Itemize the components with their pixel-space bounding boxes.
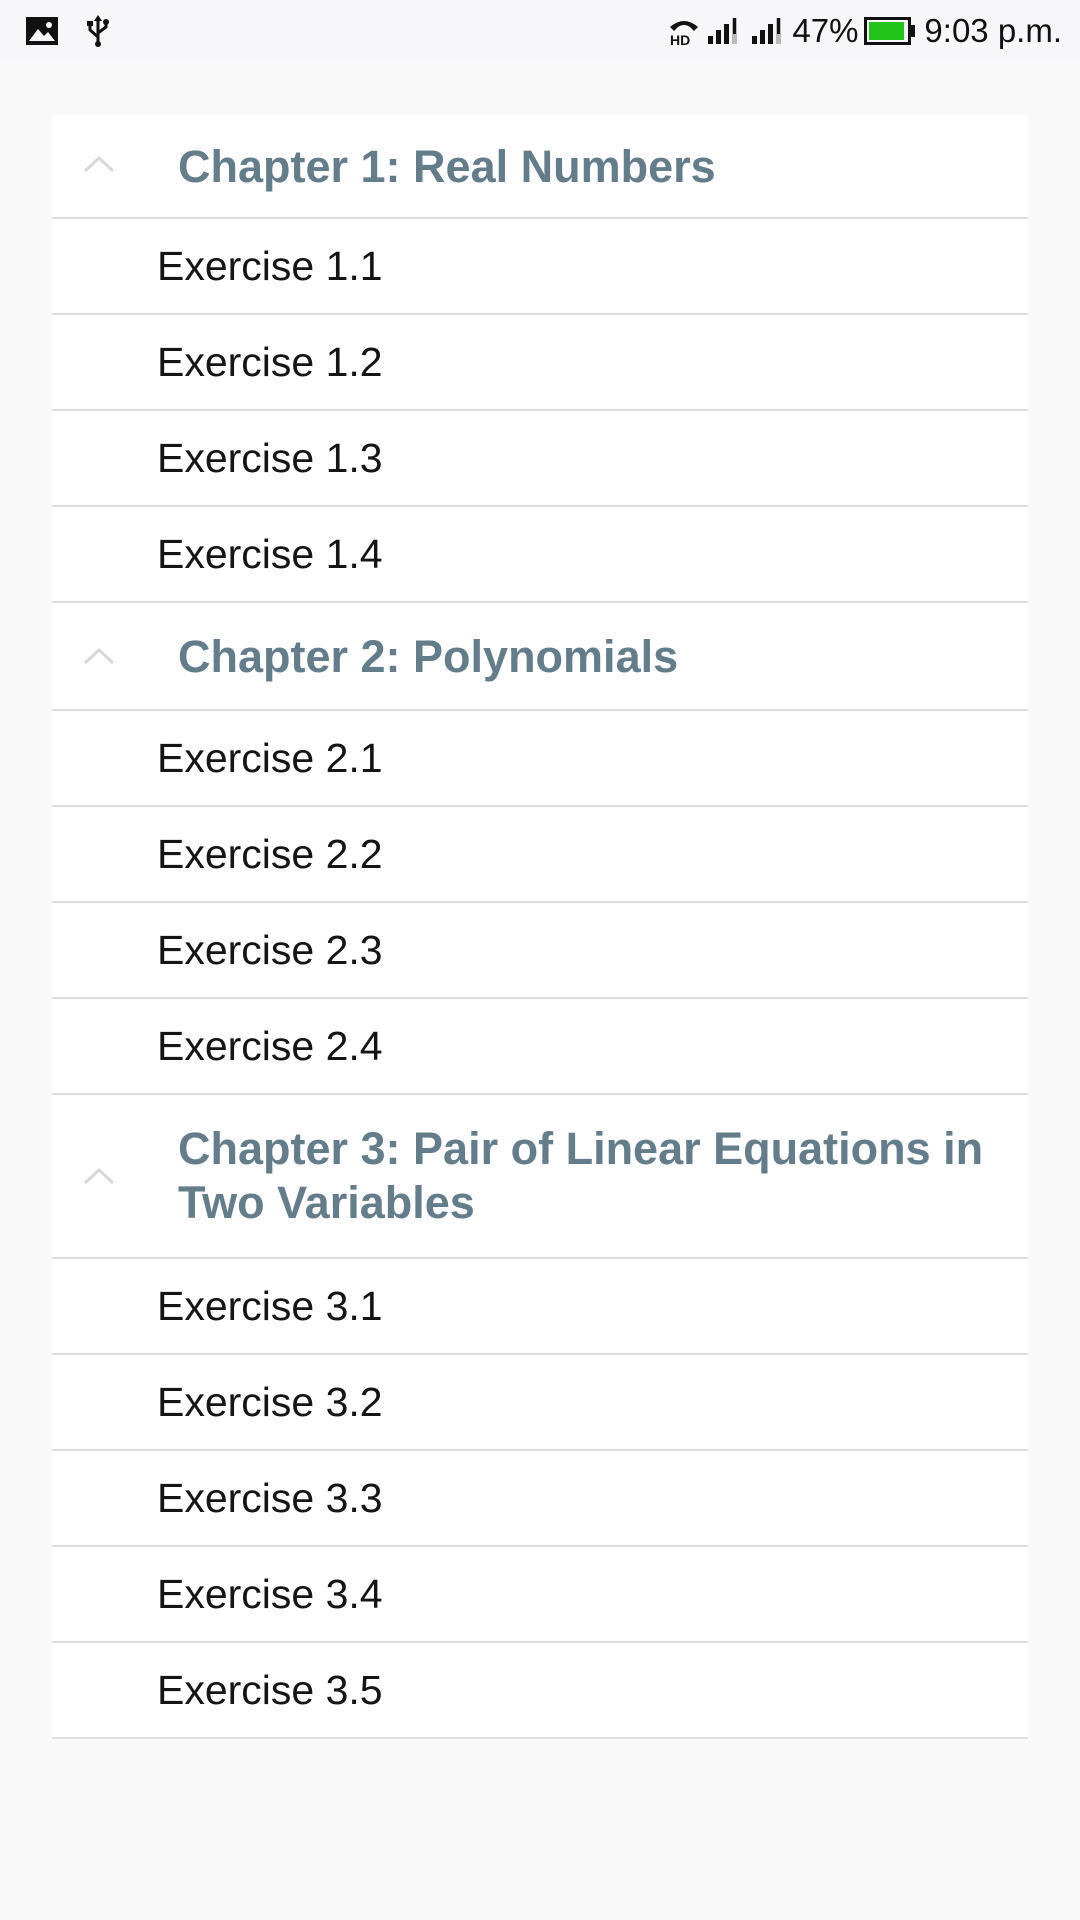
exercise-label: Exercise 1.1: [157, 243, 383, 289]
status-bar: HD 47% 9:03 p.m.: [0, 0, 1080, 62]
exercise-label: Exercise 3.1: [157, 1283, 383, 1329]
chapter-header-2[interactable]: Chapter 2: Polynomials: [52, 603, 1028, 711]
exercise-label: Exercise 3.4: [157, 1571, 383, 1617]
chapter-header-3[interactable]: Chapter 3: Pair of Linear Equations in T…: [52, 1095, 1028, 1259]
exercise-item[interactable]: Exercise 2.2: [52, 807, 1028, 903]
chevron-up-icon[interactable]: [82, 153, 116, 175]
exercise-item[interactable]: Exercise 1.4: [52, 507, 1028, 603]
chevron-up-icon[interactable]: [82, 1165, 116, 1187]
chapter-list: Chapter 1: Real Numbers Exercise 1.1 Exe…: [52, 115, 1028, 1739]
exercise-item[interactable]: Exercise 3.1: [52, 1259, 1028, 1355]
exercise-item[interactable]: Exercise 3.5: [52, 1643, 1028, 1739]
exercise-item[interactable]: Exercise 3.3: [52, 1451, 1028, 1547]
exercise-label: Exercise 1.3: [157, 435, 383, 481]
exercise-label: Exercise 3.3: [157, 1475, 383, 1521]
svg-text:HD: HD: [670, 32, 690, 47]
exercise-item[interactable]: Exercise 1.3: [52, 411, 1028, 507]
battery-percent: 47%: [792, 12, 859, 49]
status-bar-right: HD 47% 9:03 p.m.: [666, 10, 1062, 52]
usb-icon: [86, 15, 110, 47]
exercise-label: Exercise 2.1: [157, 735, 383, 781]
battery-icon: [864, 17, 916, 45]
chapter-title: Chapter 3: Pair of Linear Equations in T…: [178, 1123, 984, 1228]
chapter-title: Chapter 2: Polynomials: [178, 631, 679, 682]
exercise-item[interactable]: Exercise 2.1: [52, 711, 1028, 807]
exercise-item[interactable]: Exercise 3.2: [52, 1355, 1028, 1451]
image-icon: [26, 17, 58, 45]
signal-1-icon: [706, 16, 740, 46]
exercise-item[interactable]: Exercise 2.4: [52, 999, 1028, 1095]
exercise-label: Exercise 3.2: [157, 1379, 383, 1425]
exercise-label: Exercise 2.3: [157, 927, 383, 973]
exercise-label: Exercise 2.4: [157, 1023, 383, 1069]
exercise-item[interactable]: Exercise 1.2: [52, 315, 1028, 411]
exercise-label: Exercise 2.2: [157, 831, 383, 877]
clock: 9:03 p.m.: [924, 12, 1062, 49]
hd-call-icon: HD: [666, 15, 702, 47]
signal-2-icon: [750, 16, 784, 46]
chapter-title: Chapter 1: Real Numbers: [178, 141, 716, 192]
exercise-item[interactable]: Exercise 1.1: [52, 219, 1028, 315]
chapter-header-1[interactable]: Chapter 1: Real Numbers: [52, 115, 1028, 219]
exercise-label: Exercise 3.5: [157, 1667, 383, 1713]
chevron-up-icon[interactable]: [82, 645, 116, 667]
exercise-item[interactable]: Exercise 3.4: [52, 1547, 1028, 1643]
exercise-label: Exercise 1.4: [157, 531, 383, 577]
exercise-item[interactable]: Exercise 2.3: [52, 903, 1028, 999]
exercise-label: Exercise 1.2: [157, 339, 383, 385]
status-bar-left: [26, 14, 110, 48]
